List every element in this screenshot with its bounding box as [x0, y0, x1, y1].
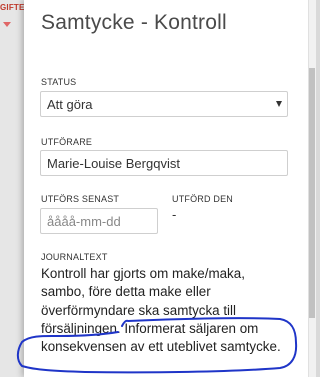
- highlight-annotation: [16, 317, 298, 374]
- annotation-stroke: [16, 317, 298, 374]
